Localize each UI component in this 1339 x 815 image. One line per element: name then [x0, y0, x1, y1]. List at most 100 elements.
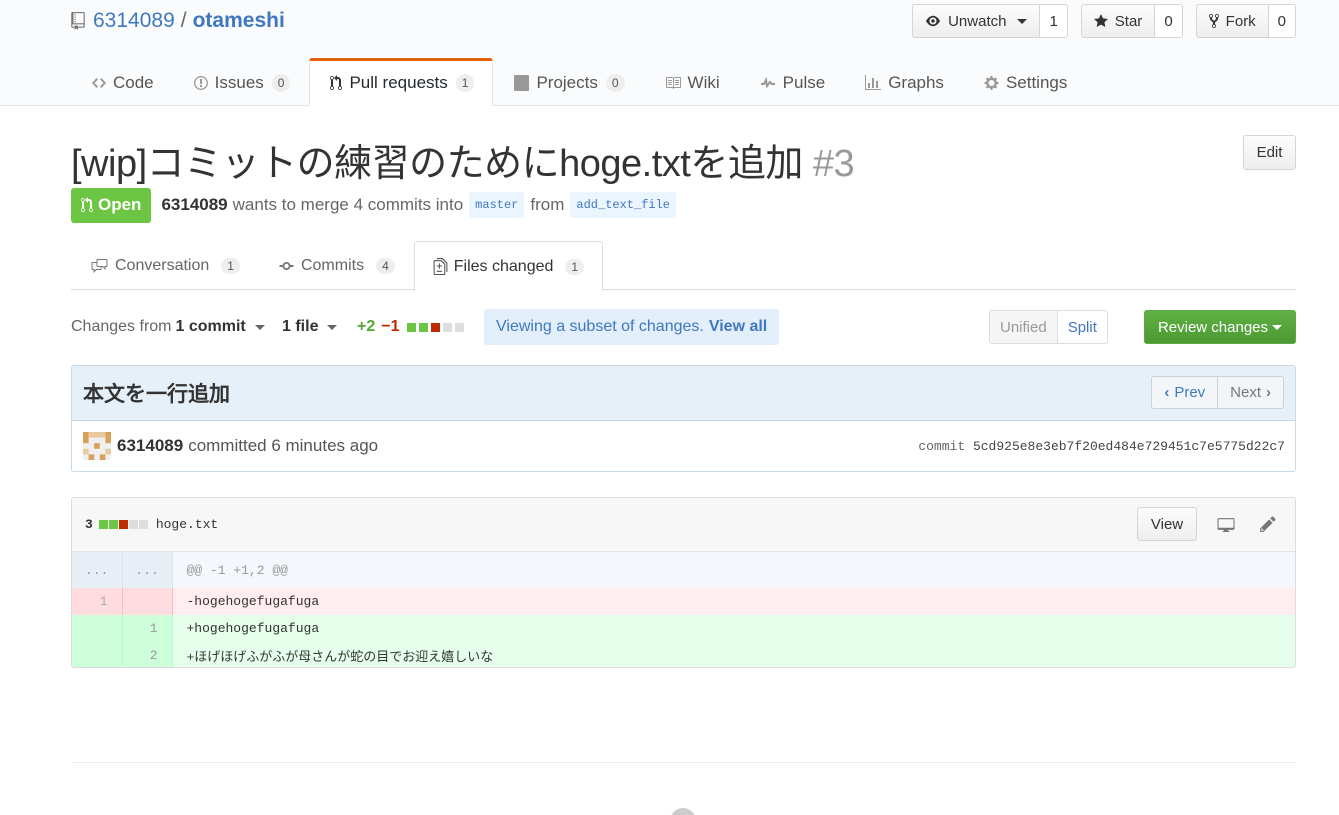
reponav-graphs[interactable]: Graphs	[844, 58, 963, 106]
pencil-icon[interactable]	[1253, 509, 1283, 539]
unwatch-label: Unwatch	[948, 12, 1007, 30]
pr-tabnav: Conversation 1 Commits 4 Files changed 1	[71, 241, 1296, 291]
unified-button[interactable]: Unified	[989, 310, 1058, 344]
prev-commit-button[interactable]: ‹ Prev	[1151, 376, 1219, 409]
tab-conversation[interactable]: Conversation 1	[71, 241, 259, 290]
tab-files-changed[interactable]: Files changed 1	[413, 241, 604, 291]
pull-request-icon	[81, 197, 93, 212]
subset-notice: Viewing a subset of changes. View all	[484, 309, 780, 345]
new-line-number[interactable]: 2	[122, 642, 173, 667]
changes-value: 1 commit	[175, 318, 246, 335]
fork-button[interactable]: Fork	[1195, 4, 1269, 38]
commit-range-dropdown[interactable]: Changes from 1 commit	[71, 310, 265, 344]
commit-author-link[interactable]: 6314089	[117, 436, 183, 456]
diff-view-toggle: Unified Split	[989, 310, 1108, 344]
reponav-issues[interactable]: Issues 0	[173, 58, 310, 106]
repo-icon	[71, 12, 85, 30]
reponav-counter: 1	[455, 74, 475, 92]
new-line-number[interactable]	[122, 588, 173, 615]
footer-logo	[670, 808, 696, 815]
reponav-counter: 0	[605, 74, 625, 92]
pr-author-link[interactable]: 6314089	[161, 195, 227, 215]
diffstat-block	[118, 520, 128, 529]
code-icon	[91, 75, 107, 91]
view-all-link[interactable]: View all	[709, 318, 767, 336]
reponav-label: Wiki	[687, 73, 720, 92]
tab-counter: 1	[565, 258, 585, 275]
reponav-wiki[interactable]: Wiki	[644, 58, 739, 106]
additions-count: +2	[357, 318, 376, 335]
review-label: Review changes	[1157, 318, 1268, 336]
review-changes-button[interactable]: Review changes	[1143, 310, 1296, 344]
diffstat-block	[406, 322, 416, 332]
files-dropdown[interactable]: 1 file	[282, 310, 338, 344]
old-line-number[interactable]: 1	[72, 588, 123, 615]
forks-count[interactable]: 0	[1268, 4, 1296, 38]
repo-owner-link[interactable]: 6314089	[93, 9, 175, 33]
diffstat: +2 −1	[357, 310, 464, 344]
file-header: 3 hoge.txt View	[72, 498, 1295, 552]
old-line-number[interactable]	[72, 615, 123, 642]
git-commit-icon	[279, 262, 294, 270]
diffstat-block	[430, 322, 440, 332]
repo-nav: Code Issues 0 Pull requests 1 Projects 0…	[71, 58, 1086, 106]
tab-counter: 4	[376, 258, 395, 274]
base-ref[interactable]: master	[469, 192, 525, 218]
reponav-label: Projects	[536, 73, 598, 92]
display-icon[interactable]	[1211, 509, 1241, 539]
diffstat-block	[442, 322, 452, 332]
gear-icon	[983, 75, 1000, 91]
comment-discussion-icon	[91, 259, 108, 273]
next-commit-button[interactable]: Next ›	[1218, 376, 1284, 409]
reponav-label: Graphs	[888, 73, 944, 92]
changes-prefix: Changes from	[71, 318, 172, 335]
chevron-down-icon	[254, 324, 265, 330]
sha-label: commit	[918, 439, 966, 454]
view-file-button[interactable]: View	[1137, 507, 1197, 541]
diff-line-code: -hogehogefugafuga	[172, 588, 1295, 615]
pull-request-icon	[329, 75, 343, 91]
expand-up-button[interactable]: ...	[72, 552, 123, 588]
file-diffstat	[98, 520, 148, 529]
commit-meta: 6314089 committed 6 minutes ago commit 5…	[72, 421, 1295, 471]
footer-divider	[71, 762, 1296, 763]
pr-title-text: [wip]コミットの練習のためにhoge.txtを追加	[71, 143, 803, 185]
hunk-text: @@ -1 +1,2 @@	[172, 552, 1295, 588]
chevron-down-icon	[1272, 324, 1282, 330]
reponav-projects[interactable]: Projects 0	[493, 58, 643, 106]
tab-commits[interactable]: Commits 4	[259, 241, 414, 290]
commit-time: committed 6 minutes ago	[188, 436, 379, 455]
star-button[interactable]: Star	[1080, 4, 1156, 38]
reponav-settings[interactable]: Settings	[963, 58, 1086, 106]
reponav-pulse[interactable]: Pulse	[739, 58, 845, 106]
deletions-count: −1	[381, 318, 400, 335]
reponav-label: Pulse	[782, 73, 826, 92]
reponav-counter: 0	[271, 74, 291, 92]
reponav-label: Settings	[1005, 73, 1068, 92]
watchers-count[interactable]: 1	[1040, 4, 1068, 38]
edit-button[interactable]: Edit	[1243, 135, 1296, 170]
file-name-link[interactable]: hoge.txt	[156, 517, 218, 532]
new-line-number[interactable]: 1	[122, 615, 173, 642]
book-icon	[664, 75, 682, 91]
pagehead-actions: Unwatch 1 Star 0 Fork 0	[912, 4, 1296, 38]
commit-title: 本文を一行追加	[83, 383, 230, 406]
split-button[interactable]: Split	[1057, 310, 1108, 344]
old-line-number[interactable]	[72, 642, 123, 667]
project-icon	[513, 75, 530, 91]
expand-down-button[interactable]: ...	[122, 552, 173, 588]
avatar[interactable]	[83, 432, 111, 460]
diff-icon	[433, 258, 448, 275]
commit-nav: ‹ Prev Next ›	[1151, 376, 1284, 409]
reponav-pull-requests[interactable]: Pull requests 1	[309, 58, 494, 106]
stargazers-count[interactable]: 0	[1155, 4, 1183, 38]
commit-sha-link[interactable]: 5cd925e8e3eb7f20ed484e729451c7e5775d22c7	[973, 439, 1285, 454]
repo-name-link[interactable]: otameshi	[193, 9, 285, 33]
tab-label: Conversation	[115, 257, 210, 274]
commit-box: 本文を一行追加 ‹ Prev Next › 6314089 committed …	[71, 365, 1296, 472]
diff-line-code: +ほげほげふがふが母さんが蛇の目でお迎え嬉しいな	[172, 642, 1295, 667]
unwatch-button[interactable]: Unwatch	[912, 4, 1041, 38]
reponav-code[interactable]: Code	[71, 58, 173, 106]
pr-title: [wip]コミットの練習のためにhoge.txtを追加 #3	[71, 132, 855, 187]
head-ref[interactable]: add_text_file	[570, 192, 677, 218]
